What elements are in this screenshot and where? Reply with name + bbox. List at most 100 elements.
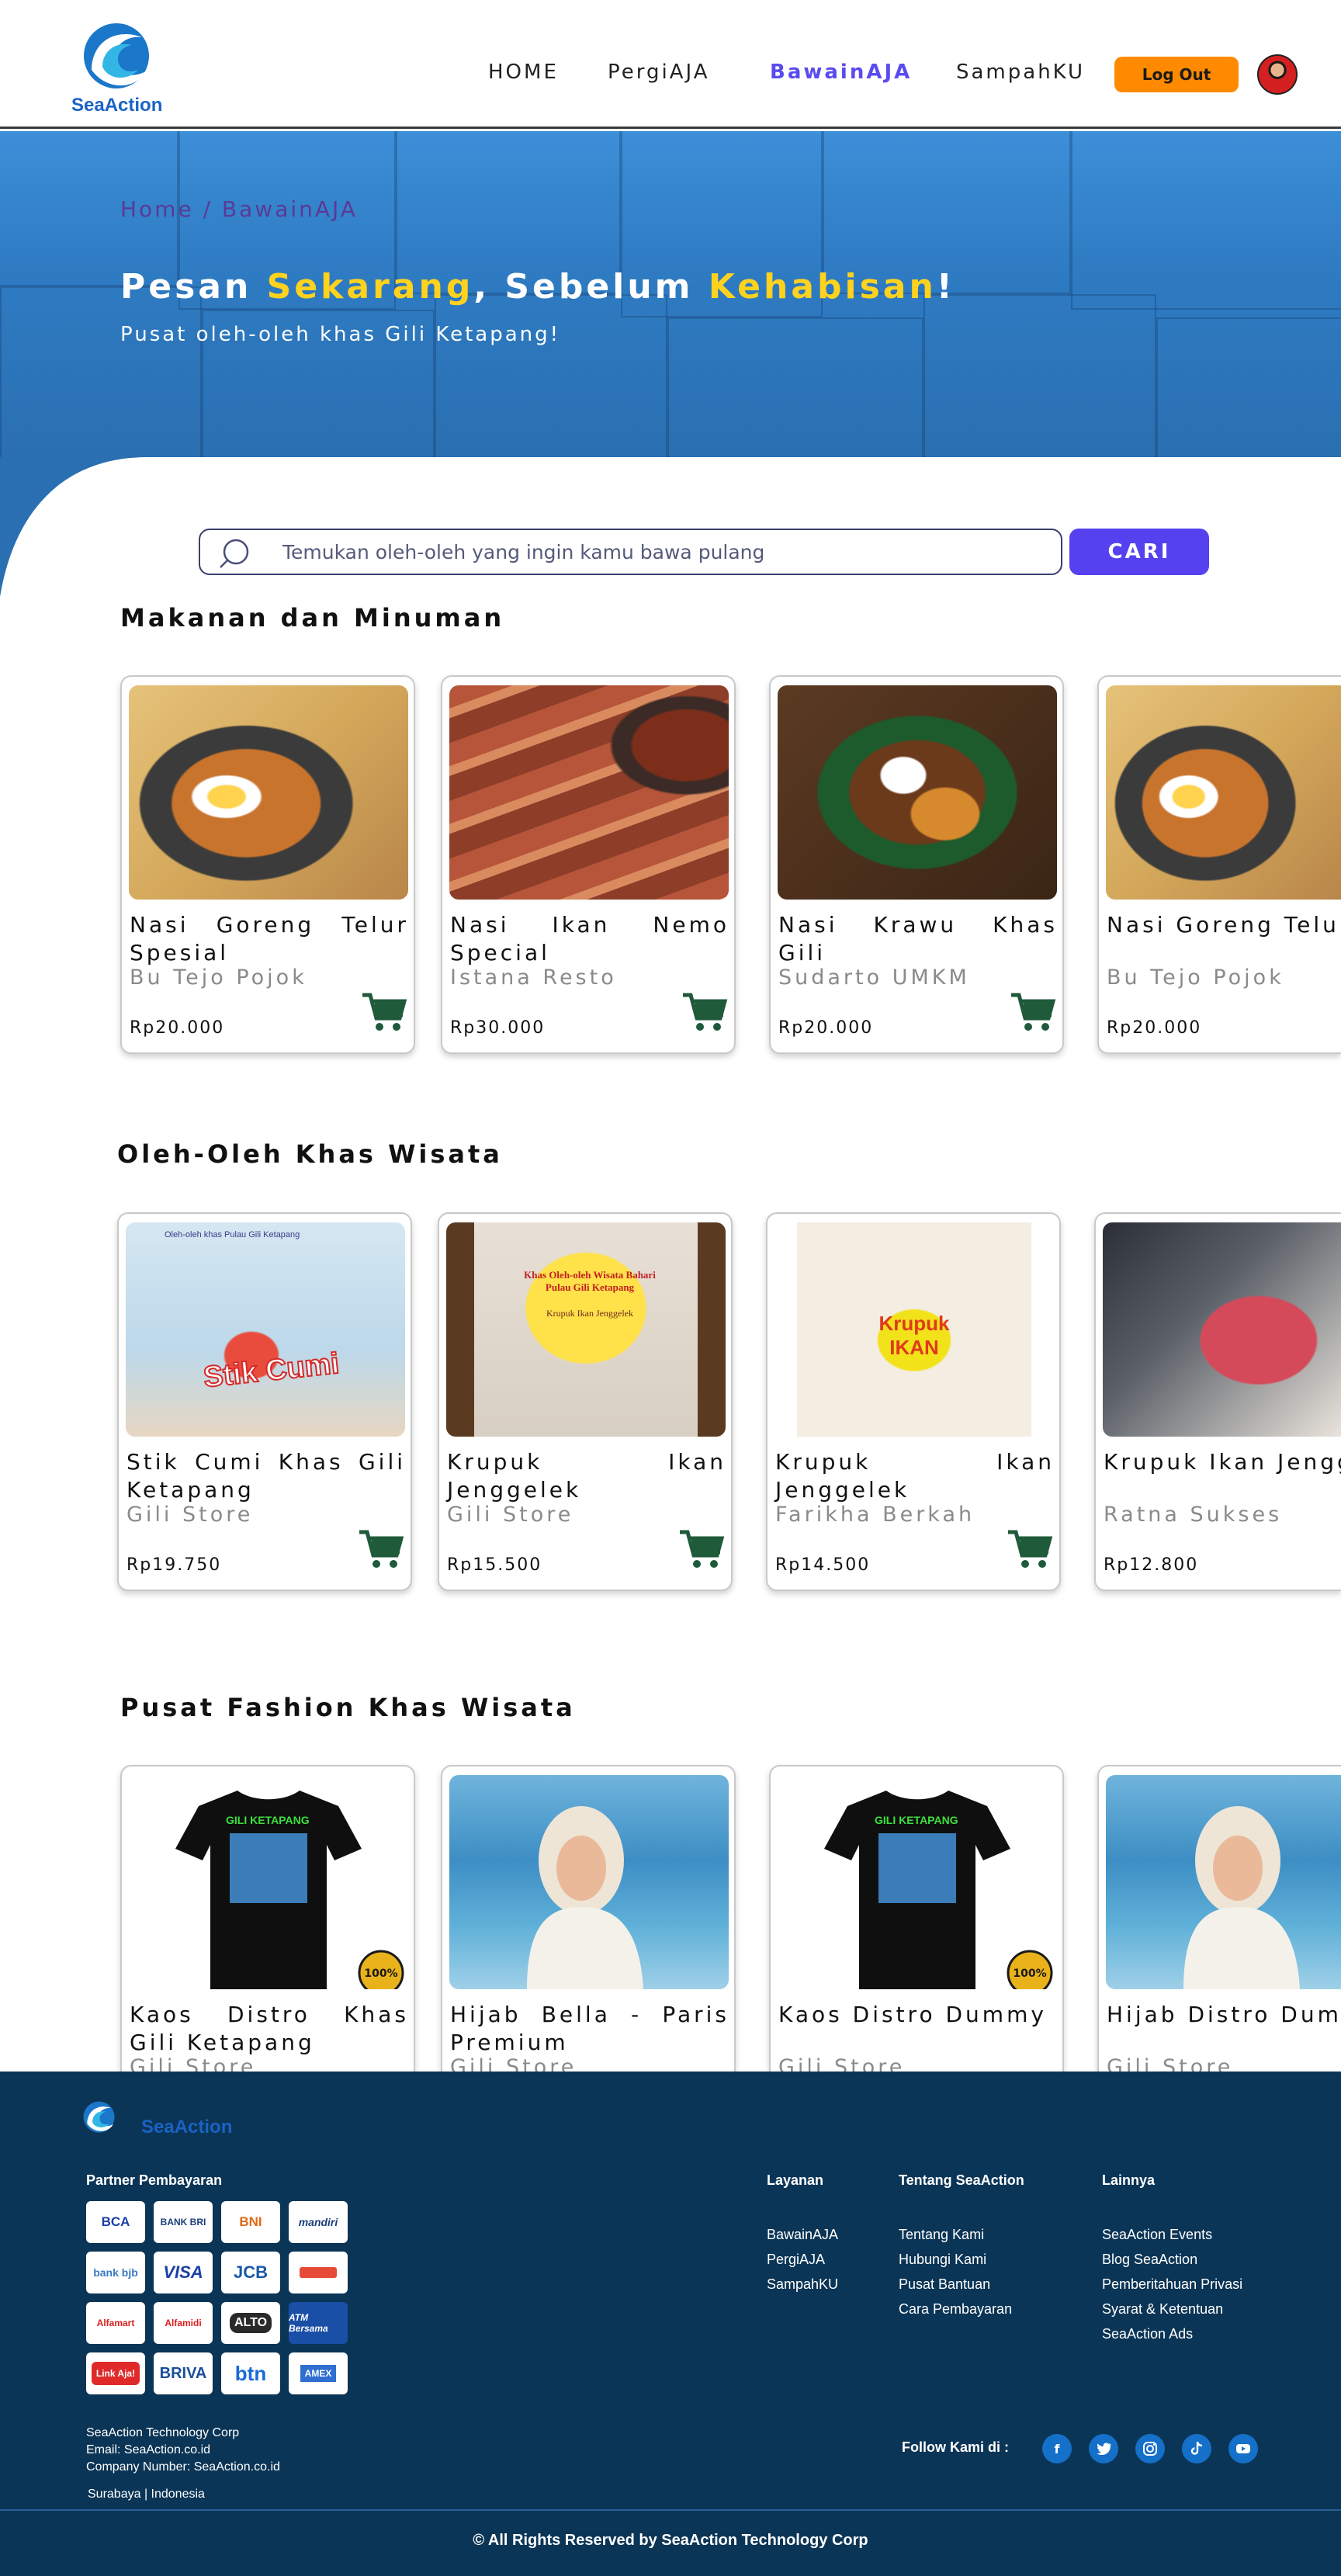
product-store: Bu Tejo Pojok: [130, 966, 307, 990]
nav-pergiaja[interactable]: PergiAJA: [608, 61, 710, 84]
nav-home[interactable]: HOME: [488, 61, 559, 84]
footer-link-privasi[interactable]: Pemberitahuan Privasi: [1102, 2276, 1242, 2293]
payment-logo: btn: [221, 2352, 280, 2394]
youtube-icon[interactable]: [1228, 2434, 1258, 2463]
footer-link-ads[interactable]: SeaAction Ads: [1102, 2326, 1193, 2342]
payment-logo: VISA: [154, 2252, 213, 2293]
payment-logo: BNI: [221, 2201, 280, 2243]
product-card[interactable]: Hijab Bella - Paris Premium Gili Store: [441, 1765, 736, 2091]
twitter-icon[interactable]: [1089, 2434, 1118, 2463]
top-navbar: SeaAction HOME PergiAJA BawainAJA Sampah…: [0, 0, 1341, 129]
nav-sampahku[interactable]: SampahKU: [956, 61, 1085, 84]
search-input[interactable]: [282, 536, 1043, 567]
product-image: [129, 685, 408, 900]
product-image: Krupuk IKAN: [774, 1222, 1054, 1437]
facebook-icon[interactable]: f: [1042, 2434, 1072, 2463]
product-name: Krupuk Ikan Jenggelek: [1104, 1449, 1341, 1475]
search-bar[interactable]: [199, 529, 1062, 575]
breadcrumb[interactable]: Home / BawainAJA: [120, 196, 358, 222]
product-name: Krupuk Ikan Jenggelek: [775, 1449, 1055, 1503]
footer-logo-icon[interactable]: [76, 2095, 124, 2151]
section-title-souvenir: Oleh-Oleh Khas Wisata: [117, 1139, 503, 1169]
footer-link-events[interactable]: SeaAction Events: [1102, 2227, 1212, 2243]
product-name: Nasi Goreng Telur Spesial: [130, 912, 409, 966]
footer-link-hubungi-kami[interactable]: Hubungi Kami: [899, 2252, 986, 2268]
product-image: [1106, 1775, 1341, 1989]
payment-logo: BRIVA: [154, 2352, 213, 2394]
payment-logo: [289, 2252, 348, 2293]
instagram-icon[interactable]: [1135, 2434, 1165, 2463]
footer-brand-name: SeaAction: [141, 2117, 233, 2137]
footer: SeaAction Partner Pembayaran BCA BANK BR…: [0, 2072, 1341, 2509]
payment-logo: BANK BRI: [154, 2201, 213, 2243]
product-card[interactable]: Oleh-oleh khas Pulau Gili Ketapang Stik …: [117, 1212, 412, 1591]
footer-link-pusat-bantuan[interactable]: Pusat Bantuan: [899, 2276, 990, 2293]
product-card[interactable]: Nasi Goreng Telur Spesial Bu Tejo Pojok …: [120, 675, 415, 1054]
nav-bawainaja[interactable]: BawainAJA: [770, 61, 912, 84]
product-card[interactable]: Hijab Distro Dummy Gili Store: [1097, 1765, 1341, 2091]
company-name: SeaAction Technology Corp: [86, 2426, 240, 2439]
payment-logo: mandiri: [289, 2201, 348, 2243]
follow-label: Follow Kami di :: [902, 2439, 1009, 2455]
product-card[interactable]: Krupuk IKAN Krupuk Ikan Jenggelek Farikh…: [766, 1212, 1061, 1591]
product-price: Rp14.500: [775, 1555, 871, 1575]
payment-logo: AMEX: [289, 2352, 348, 2394]
svg-text:100%: 100%: [364, 1968, 397, 1980]
footer-link-sampahku[interactable]: SampahKU: [767, 2276, 838, 2293]
footer-col-title-lainnya: Lainnya: [1102, 2172, 1156, 2188]
company-email: Email: SeaAction.co.id: [86, 2443, 211, 2456]
product-store: Gili Store: [126, 1503, 254, 1527]
tiktok-icon[interactable]: [1182, 2434, 1211, 2463]
product-store: Gili Store: [447, 1503, 574, 1527]
product-image: [449, 1775, 729, 1989]
svg-text:100%: 100%: [1013, 1968, 1046, 1980]
user-avatar[interactable]: [1257, 54, 1298, 95]
product-image: Oleh-oleh khas Pulau Gili Ketapang Stik …: [126, 1222, 405, 1437]
product-image: [1103, 1222, 1341, 1437]
hero-title: Pesan Sekarang, Sebelum Kehabisan!: [120, 267, 955, 307]
product-store: Ratna Sukses: [1104, 1503, 1283, 1527]
cart-icon[interactable]: [358, 1527, 404, 1571]
product-store: Sudarto UMKM: [778, 966, 970, 990]
product-price: Rp19.750: [126, 1555, 222, 1575]
product-card[interactable]: Nasi Ikan Nemo Special Istana Resto Rp30…: [441, 675, 736, 1054]
product-name: Kaos Distro Khas Gili Ketapang: [130, 2002, 409, 2055]
product-card[interactable]: 100% GILI KETAPANG Kaos Distro Dummy Gil…: [769, 1765, 1064, 2091]
footer-link-cara-pembayaran[interactable]: Cara Pembayaran: [899, 2301, 1012, 2318]
footer-link-pergiaja[interactable]: PergiAJA: [767, 2252, 825, 2268]
partner-title: Partner Pembayaran: [86, 2172, 223, 2188]
product-card[interactable]: Krupuk Ikan Jenggelek Ratna Sukses Rp12.…: [1094, 1212, 1341, 1591]
product-image: [778, 685, 1057, 900]
footer-link-syarat[interactable]: Syarat & Ketentuan: [1102, 2301, 1223, 2318]
footer-col-title-layanan: Layanan: [767, 2172, 824, 2188]
cart-icon[interactable]: [1010, 990, 1056, 1034]
product-name: Nasi Goreng Telur Spesial: [1107, 912, 1341, 938]
section-title-food: Makanan dan Minuman: [120, 603, 505, 633]
cart-icon[interactable]: [1007, 1527, 1053, 1571]
product-image: [449, 685, 729, 900]
product-card[interactable]: Nasi Goreng Telur Spesial Bu Tejo Pojok …: [1097, 675, 1341, 1054]
product-card[interactable]: Khas Oleh-oleh Wisata Bahari Pulau Gili …: [438, 1212, 733, 1591]
product-image: [1106, 685, 1341, 900]
footer-link-blog[interactable]: Blog SeaAction: [1102, 2252, 1197, 2268]
logout-button[interactable]: Log Out: [1114, 57, 1239, 92]
product-card[interactable]: Nasi Krawu Khas Gili Sudarto UMKM Rp20.0…: [769, 675, 1064, 1054]
cart-icon[interactable]: [681, 990, 728, 1034]
payment-logo: JCB: [221, 2252, 280, 2293]
product-image: 100% GILI KETAPANG: [778, 1775, 1057, 1989]
product-name: Stik Cumi Khas Gili Ketapang: [126, 1449, 406, 1503]
footer-col-title-tentang: Tentang SeaAction: [899, 2172, 1024, 2188]
product-card[interactable]: 100% GILI KETAPANG Kaos Distro Khas Gili…: [120, 1765, 415, 2091]
payment-logo: Alfamart: [86, 2302, 145, 2344]
cart-icon[interactable]: [678, 1527, 725, 1571]
product-name: Nasi Ikan Nemo Special: [450, 912, 729, 966]
product-name: Hijab Bella - Paris Premium: [450, 2002, 729, 2055]
footer-link-bawainaja[interactable]: BawainAJA: [767, 2227, 838, 2243]
product-store: Istana Resto: [450, 966, 617, 990]
cart-icon[interactable]: [361, 990, 407, 1034]
product-store: Farikha Berkah: [775, 1503, 975, 1527]
footer-link-tentang-kami[interactable]: Tentang Kami: [899, 2227, 984, 2243]
search-button[interactable]: CARI: [1069, 529, 1209, 575]
payment-logo: ATM Bersama: [289, 2302, 348, 2344]
product-name: Kaos Distro Dummy: [778, 2002, 1047, 2027]
